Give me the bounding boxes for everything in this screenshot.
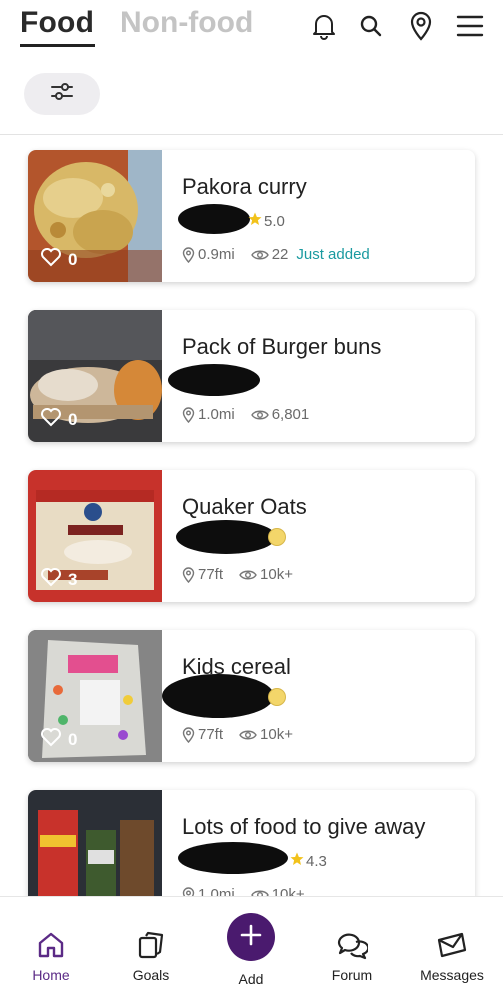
nav-forum[interactable]: Forum [302,897,402,1000]
redacted-username [162,674,274,718]
home-icon [37,929,65,961]
distance: 77ft [198,566,224,583]
user-rating: 5.0 [248,212,285,230]
heart-icon [40,247,62,272]
listing-meta: 0.9mi 22 Just added [182,246,370,263]
listing-title: Pack of Burger buns [182,334,382,359]
listing-photo[interactable]: 3 [28,470,162,602]
listing-meta: 77ft 10k+ [182,566,293,583]
add-button[interactable] [227,913,275,961]
nav-goals-label: Goals [132,967,170,983]
user-rating: 4.3 [290,852,327,870]
eye-icon [250,409,269,421]
plus-icon [239,923,263,952]
listing-card[interactable]: Lots of food to give away 4.3 1.0mi 10k+ [28,790,475,896]
like-count[interactable]: 0 [40,727,77,752]
distance: 0.9mi [198,246,235,263]
listing-title: Lots of food to give away [182,814,426,839]
heart-icon [40,727,62,752]
nav-goals[interactable]: Goals [101,897,201,1000]
like-count-value: 0 [68,409,78,429]
active-tab-indicator [20,44,95,47]
tab-non-food[interactable]: Non-food [120,6,253,40]
view-count: 10k+ [271,886,305,896]
listing-card[interactable]: 3 Quaker Oats 77ft 10k+ [28,470,475,602]
redacted-username [178,842,288,874]
pin-small-icon [182,886,195,896]
listing-title: Pakora curry [182,174,307,199]
location-pin-icon[interactable] [406,10,436,42]
eye-icon [250,889,269,896]
like-count-value: 3 [68,569,78,589]
menu-icon[interactable] [455,10,485,42]
listing-card[interactable]: 0 Pakora curry 5.0 0.9mi 22 Just added [28,150,475,282]
pin-small-icon [182,726,195,743]
eye-icon [239,729,257,741]
star-icon [248,212,262,230]
envelope-icon [436,929,468,961]
goals-icon [136,929,166,961]
just-added-label: Just added [296,246,370,263]
view-count: 10k+ [260,726,293,743]
face-emoji-icon [268,528,286,546]
listing-meta: 1.0mi 6,801 [182,406,309,423]
listing-card[interactable]: 0 Kids cereal 77ft 10k+ [28,630,475,762]
listing-photo[interactable]: 0 [28,310,162,442]
like-count-value: 0 [68,249,78,269]
redacted-username [176,520,276,554]
listing-meta: 77ft 10k+ [182,726,293,743]
tab-food[interactable]: Food [20,6,94,40]
like-count[interactable]: 0 [40,407,77,432]
pin-small-icon [182,406,195,423]
distance: 1.0mi [198,406,235,423]
search-icon[interactable] [356,10,386,42]
top-bar: Food Non-food [0,0,503,56]
listing-photo[interactable] [28,790,162,896]
eye-icon [250,249,269,261]
like-count[interactable]: 3 [40,567,77,592]
heart-icon [40,567,62,592]
nav-add-label: Add [238,971,264,987]
nav-forum-label: Forum [331,967,373,983]
nav-add[interactable]: Add [201,897,301,1000]
heart-icon [40,407,62,432]
forum-icon [336,929,368,961]
sliders-icon [50,82,74,107]
filter-button[interactable] [24,73,100,115]
pin-small-icon [182,566,195,583]
eye-icon [239,569,257,581]
face-emoji-icon [268,688,286,706]
redacted-username [168,364,260,396]
star-icon [290,852,304,870]
view-count: 10k+ [260,566,293,583]
bell-icon[interactable] [309,10,339,42]
distance: 1.0mi [198,886,235,896]
like-count[interactable]: 0 [40,247,77,272]
view-count: 6,801 [271,406,310,423]
listing-title: Quaker Oats [182,494,307,519]
listing-feed[interactable]: 0 Pakora curry 5.0 0.9mi 22 Just added 0… [0,135,503,896]
listing-photo[interactable]: 0 [28,630,162,762]
distance: 77ft [198,726,224,743]
rating-value: 4.3 [306,852,327,870]
listing-meta: 1.0mi 10k+ [182,886,305,896]
nav-home-label: Home [32,967,70,983]
rating-value: 5.0 [264,212,285,230]
redacted-username [178,204,250,234]
pin-small-icon [182,246,195,263]
nav-messages[interactable]: Messages [402,897,502,1000]
listing-card[interactable]: 0 Pack of Burger buns 1.0mi 6,801 [28,310,475,442]
bottom-navigation: Home Goals Add Forum Messages [0,896,503,1000]
nav-messages-label: Messages [420,967,484,983]
like-count-value: 0 [68,729,78,749]
view-count: 22 [271,246,289,263]
nav-home[interactable]: Home [1,897,101,1000]
listing-photo[interactable]: 0 [28,150,162,282]
